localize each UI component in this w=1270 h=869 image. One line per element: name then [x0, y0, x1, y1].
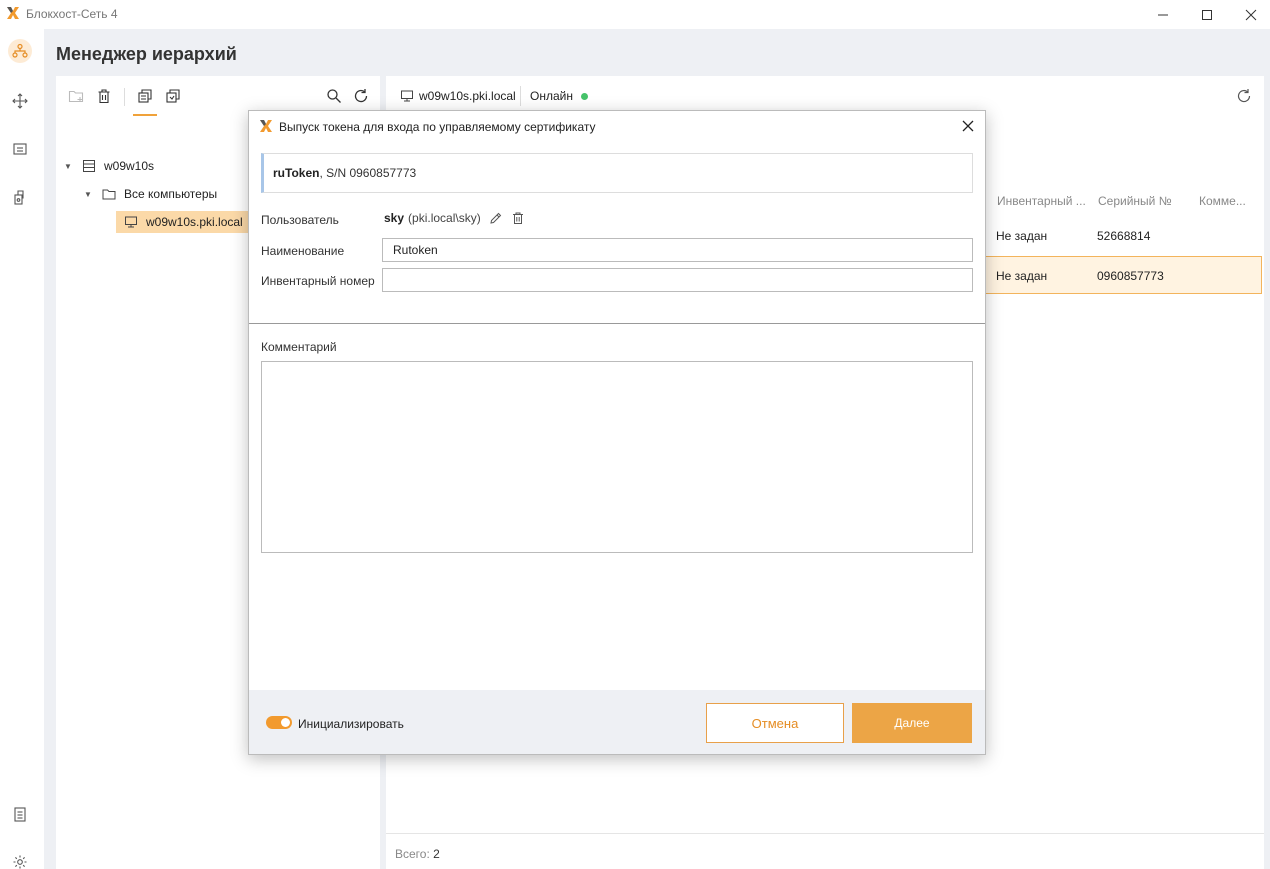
next-button[interactable]: Далее [852, 703, 972, 743]
token-name: ruToken [273, 166, 320, 180]
device-icon [13, 143, 27, 155]
minimize-icon [1158, 14, 1168, 15]
hierarchy-icon [12, 43, 28, 58]
close-icon [962, 120, 974, 132]
paste-icon [166, 89, 180, 103]
comment-textarea[interactable] [261, 361, 973, 553]
expand-caret-icon: ▼ [64, 161, 72, 171]
tree-node-label: w09w10s.pki.local [146, 215, 243, 229]
token-icon [14, 190, 24, 205]
search-button[interactable] [326, 88, 342, 104]
cancel-button[interactable]: Отмена [706, 703, 844, 743]
token-serial: , S/N 0960857773 [319, 166, 417, 180]
trash-icon[interactable] [511, 211, 525, 225]
issue-token-dialog: Выпуск токена для входа по управляемому … [248, 110, 986, 755]
cell-inventory: Не задан [996, 229, 1048, 243]
footer-divider [386, 833, 1264, 834]
delete-button[interactable] [96, 88, 112, 104]
user-domain: (pki.local\sky) [408, 211, 481, 225]
deploy-icon [12, 93, 28, 109]
tree-node-root[interactable]: ▼ w09w10s [64, 155, 154, 177]
nav-tokens[interactable] [8, 185, 32, 209]
inventory-input[interactable] [382, 268, 973, 292]
cell-inventory: Не задан [996, 269, 1048, 283]
toolbar-separator [124, 88, 125, 106]
gear-icon [13, 855, 27, 869]
copy-button[interactable] [137, 88, 153, 104]
column-header-comment[interactable]: Комме... [1199, 194, 1246, 208]
edit-icon[interactable] [489, 211, 503, 225]
maximize-icon [1202, 9, 1212, 20]
tree-node-host[interactable]: w09w10s.pki.local [116, 211, 256, 233]
computer-icon [401, 90, 413, 102]
app-logo-icon [260, 120, 272, 132]
add-group-button[interactable] [68, 88, 84, 104]
online-status-dot [580, 92, 588, 100]
name-label: Наименование [261, 244, 345, 258]
clipboard-icon [14, 807, 26, 822]
close-icon [1245, 9, 1257, 20]
total-value: 2 [433, 847, 440, 861]
inventory-label: Инвентарный номер [261, 274, 375, 288]
user-name: sky [384, 211, 405, 225]
app-title: Блокхост-Сеть 4 [26, 7, 118, 21]
header-separator [520, 86, 521, 106]
name-input[interactable] [382, 238, 973, 262]
maximize-button[interactable] [1184, 0, 1230, 29]
expand-caret-icon: ▼ [84, 189, 92, 199]
tree-node-label: Все компьютеры [124, 187, 218, 201]
nav-rail [0, 29, 44, 869]
trash-icon [98, 89, 110, 104]
column-header-inventory[interactable]: Инвентарный ... [997, 194, 1086, 208]
nav-hierarchy[interactable] [8, 39, 32, 63]
dialog-title: Выпуск токена для входа по управляемому … [279, 120, 596, 134]
server-icon [83, 160, 95, 172]
host-label: w09w10s.pki.local [400, 89, 516, 103]
dialog-footer: Инициализировать Отмена Далее [249, 690, 985, 754]
copy-icon [138, 89, 152, 103]
folder-icon [102, 189, 116, 200]
nav-deploy[interactable] [8, 89, 32, 113]
refresh-icon [354, 89, 368, 103]
refresh-tree-button[interactable] [353, 88, 369, 104]
host-name: w09w10s.pki.local [419, 89, 516, 103]
toolbar-active-indicator [133, 114, 157, 116]
nav-devices[interactable] [8, 137, 32, 161]
add-folder-icon [68, 90, 84, 103]
dialog-close-button[interactable] [959, 117, 977, 135]
cell-serial: 52668814 [1097, 229, 1151, 243]
close-window-button[interactable] [1228, 0, 1270, 29]
paste-button[interactable] [165, 88, 181, 104]
search-icon [327, 89, 341, 103]
page-title: Менеджер иерархий [56, 44, 237, 64]
computer-icon [125, 216, 137, 228]
total-count: Всего: 2 [395, 847, 440, 861]
tree-node-label: w09w10s [104, 159, 155, 173]
user-label: Пользователь [261, 213, 339, 227]
nav-log[interactable] [8, 802, 32, 826]
refresh-icon[interactable] [1236, 88, 1252, 104]
nav-settings[interactable] [8, 850, 32, 869]
user-value: sky (pki.local\sky) [384, 211, 525, 225]
tree-node-group[interactable]: ▼ Все компьютеры [84, 183, 217, 205]
total-label: Всего: [395, 847, 430, 861]
toggle-knob [281, 718, 290, 727]
host-status: Онлайн [530, 89, 588, 103]
app-logo-icon [7, 7, 19, 19]
title-bar: Блокхост-Сеть 4 [0, 0, 1270, 29]
initialize-toggle[interactable] [266, 716, 292, 729]
comment-label: Комментарий [261, 340, 337, 354]
column-header-serial[interactable]: Серийный № [1098, 194, 1172, 208]
initialize-label: Инициализировать [298, 717, 404, 731]
status-text: Онлайн [530, 89, 573, 103]
section-divider [249, 323, 985, 324]
cell-serial: 0960857773 [1097, 269, 1164, 283]
token-info-box: ruToken , S/N 0960857773 [261, 153, 973, 193]
minimize-button[interactable] [1140, 0, 1186, 29]
